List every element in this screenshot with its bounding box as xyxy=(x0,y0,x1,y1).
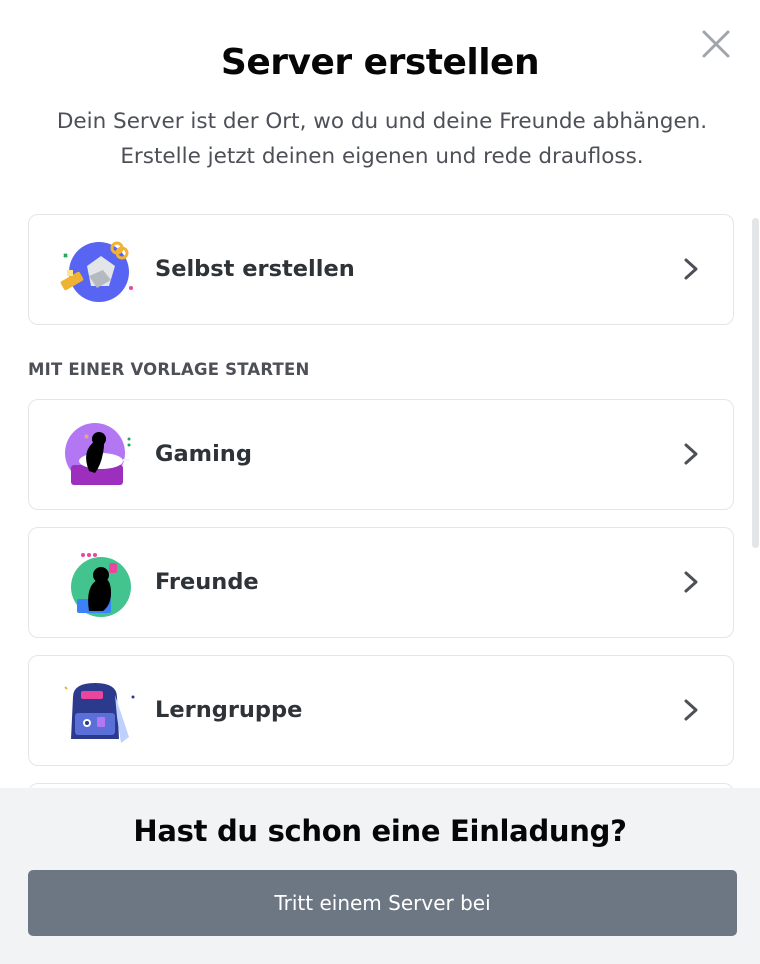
modal-title: Server erstellen xyxy=(220,42,540,83)
subtitle-line-1: Dein Server ist der Ort, wo du und deine… xyxy=(56,109,708,134)
create-own-icon xyxy=(59,236,139,306)
invite-question: Hast du schon eine Einladung? xyxy=(133,814,627,848)
option-label: Selbst erstellen xyxy=(155,256,355,282)
join-server-button[interactable]: Tritt einem Server bei xyxy=(28,870,737,936)
modal-subtitle: Dein Server ist der Ort, wo du und deine… xyxy=(20,104,744,174)
option-label: Freunde xyxy=(155,569,259,595)
option-label: Gaming xyxy=(155,441,252,467)
options-scroll-area[interactable]: Selbst erstellen MIT EINER VORLAGE START… xyxy=(0,200,760,788)
chevron-right-icon xyxy=(684,699,698,721)
friends-icon xyxy=(59,549,139,619)
chevron-right-icon xyxy=(684,571,698,593)
chevron-right-icon xyxy=(684,443,698,465)
option-study-group[interactable]: Lerngruppe xyxy=(28,655,734,766)
subtitle-line-2: Erstelle jetzt deinen eigenen und rede d… xyxy=(120,144,644,169)
study-group-icon xyxy=(59,677,139,747)
option-label: Lerngruppe xyxy=(155,697,303,723)
option-friends[interactable]: Freunde xyxy=(28,527,734,638)
gaming-icon xyxy=(59,421,139,491)
option-gaming[interactable]: Gaming xyxy=(28,399,734,510)
template-section-title: MIT EINER VORLAGE STARTEN xyxy=(28,360,310,379)
scrollbar-thumb[interactable] xyxy=(752,218,759,548)
create-server-modal: Server erstellen Dein Server ist der Ort… xyxy=(0,0,760,964)
chevron-right-icon xyxy=(684,258,698,280)
modal-footer: Hast du schon eine Einladung? Tritt eine… xyxy=(0,788,760,964)
option-create-own[interactable]: Selbst erstellen xyxy=(28,214,734,325)
